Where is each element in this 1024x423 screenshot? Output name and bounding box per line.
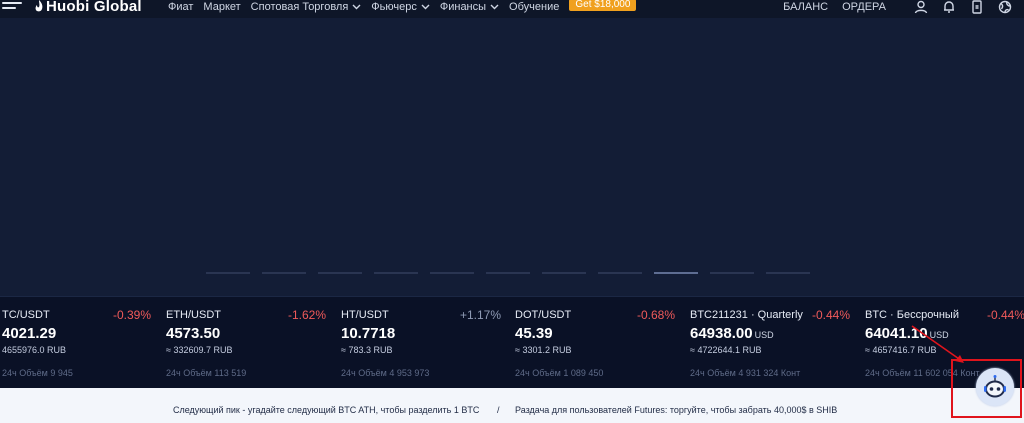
news-item-futures-shib[interactable]: Раздача для пользователей Futures: торгу… <box>515 405 837 415</box>
ticker-volume: 24ч Объём 113 519 <box>166 368 247 378</box>
promo-button[interactable]: Get $18,000 <box>569 0 637 11</box>
nav-label: Финансы <box>439 1 487 13</box>
ticker-price-value: 45.39 <box>515 325 553 342</box>
ticker-price: 10.7718 <box>341 325 395 342</box>
ticker-price-value: 64041.10 <box>865 325 928 342</box>
ticker-rub: ≈ 332609.7 RUB <box>166 345 233 355</box>
ticker-card-eth[interactable]: ETH/USDT -1.62% 4573.50 ≈ 332609.7 RUB 2… <box>166 297 326 389</box>
nav-market[interactable]: Маркет <box>203 1 240 13</box>
ticker-price-value: 10.7718 <box>341 325 396 342</box>
ticker-volume: 24ч Объём 9 945 <box>2 368 73 378</box>
logo-text: Huobi Global <box>46 0 142 15</box>
ticker-volume: 24ч Объём 4 953 973 <box>341 368 430 378</box>
globe-icon[interactable] <box>998 0 1012 14</box>
ticker-card-dot[interactable]: DOT/USDT -0.68% 45.39 ≈ 3301.2 RUB 24ч О… <box>515 297 675 389</box>
ticker-price: 64938.00 USD <box>690 325 774 342</box>
ticker-change: +1.17% <box>459 308 501 322</box>
nav-spot-trading[interactable]: Спотовая Торговля <box>251 1 362 13</box>
ticker-unit: USD <box>754 330 774 340</box>
carousel-dot[interactable] <box>486 272 530 274</box>
ticker-pair: BTC211231 · Quarterly <box>690 309 803 321</box>
nav-fiat[interactable]: Фиат <box>168 1 193 13</box>
carousel-dot-active[interactable] <box>654 272 698 274</box>
ticker-price: 64041.10 USD <box>865 325 949 342</box>
user-icon[interactable] <box>914 0 928 14</box>
ticker-unit: USD <box>929 330 949 340</box>
carousel-dot[interactable] <box>430 272 474 274</box>
robot-icon <box>984 375 1006 398</box>
carousel-dot[interactable] <box>542 272 586 274</box>
chevron-down-icon <box>421 4 430 10</box>
logo[interactable]: Huobi Global <box>34 0 142 15</box>
ticker-rub: ≈ 4722644.1 RUB <box>690 345 762 355</box>
ticker-volume: 24ч Объём 1 089 450 <box>515 368 604 378</box>
ticker-pair: TC/USDT <box>2 309 50 321</box>
ticker-change: -0.44% <box>811 308 850 322</box>
ticker-rub: ≈ 4657416.7 RUB <box>865 345 937 355</box>
ticker-price-value: 4021.29 <box>2 325 57 342</box>
carousel-dot[interactable] <box>766 272 810 274</box>
nav-label: Спотовая Торговля <box>250 1 349 13</box>
carousel-dot[interactable] <box>598 272 642 274</box>
ticker-change: -0.39% <box>112 308 151 322</box>
balance-link[interactable]: БАЛАНС <box>783 1 828 13</box>
ticker-change: -0.68% <box>636 308 675 322</box>
nav-label: Фиат <box>168 1 194 13</box>
news-bar: Следующий пик - угадайте следующий BTC A… <box>0 388 1024 423</box>
news-separator: / <box>497 405 500 415</box>
download-app-icon[interactable] <box>970 0 984 14</box>
ticker-volume: 24ч Объём 4 931 324 Конт <box>690 368 801 378</box>
chevron-down-icon <box>352 4 361 10</box>
ticker-card-ht[interactable]: HT/USDT +1.17% 10.7718 ≈ 783.3 RUB 24ч О… <box>341 297 501 389</box>
chat-support-button[interactable] <box>976 368 1014 406</box>
ticker-price-value: 64938.00 <box>690 325 753 342</box>
ticker-price: 4573.50 <box>166 325 220 342</box>
carousel-dot[interactable] <box>206 272 250 274</box>
main-nav: Фиат Маркет Спотовая Торговля Фьючерс Фи… <box>168 0 637 14</box>
top-nav-bar: Huobi Global Фиат Маркет Спотовая Торгов… <box>0 0 1024 18</box>
orders-link[interactable]: ОРДЕРА <box>842 1 886 13</box>
carousel-dot[interactable] <box>374 272 418 274</box>
ticker-change: -1.62% <box>287 308 326 322</box>
flame-icon <box>35 0 43 12</box>
nav-label: Фьючерс <box>371 1 417 13</box>
nav-learn[interactable]: Обучение <box>509 1 559 13</box>
ticker-card-btc[interactable]: TC/USDT -0.39% 4021.29 4655976.0 RUB 24ч… <box>2 297 151 389</box>
market-ticker: TC/USDT -0.39% 4021.29 4655976.0 RUB 24ч… <box>0 296 1024 388</box>
ticker-rub: ≈ 3301.2 RUB <box>515 345 572 355</box>
ticker-change: -0.44% <box>986 308 1024 322</box>
ticker-pair: DOT/USDT <box>515 309 572 321</box>
ticker-rub: 4655976.0 RUB <box>2 345 67 355</box>
carousel-dot[interactable] <box>710 272 754 274</box>
chevron-down-icon <box>490 4 499 10</box>
nav-label: Обучение <box>509 1 560 13</box>
bell-icon[interactable] <box>942 0 956 14</box>
ticker-pair: ETH/USDT <box>166 309 221 321</box>
carousel-pager <box>206 272 822 274</box>
carousel-dot[interactable] <box>262 272 306 274</box>
hero-banner <box>0 18 1024 294</box>
ticker-price-value: 4573.50 <box>166 325 221 342</box>
ticker-pair: HT/USDT <box>341 309 389 321</box>
ticker-price: 45.39 <box>515 325 553 342</box>
menu-icon[interactable] <box>2 2 22 14</box>
news-item-btc-ath[interactable]: Следующий пик - угадайте следующий BTC A… <box>173 405 479 415</box>
nav-futures[interactable]: Фьючерс <box>371 1 430 13</box>
ticker-pair: BTC · Бессрочный <box>865 309 959 321</box>
ticker-rub: ≈ 783.3 RUB <box>341 345 393 355</box>
nav-finance[interactable]: Финансы <box>440 1 499 13</box>
account-nav: БАЛАНС ОРДЕРА <box>783 0 1012 14</box>
nav-label: Маркет <box>203 1 241 13</box>
ticker-price: 4021.29 <box>2 325 56 342</box>
carousel-dot[interactable] <box>318 272 362 274</box>
ticker-card-btc-quarterly[interactable]: BTC211231 · Quarterly -0.44% 64938.00 USD… <box>690 297 850 389</box>
